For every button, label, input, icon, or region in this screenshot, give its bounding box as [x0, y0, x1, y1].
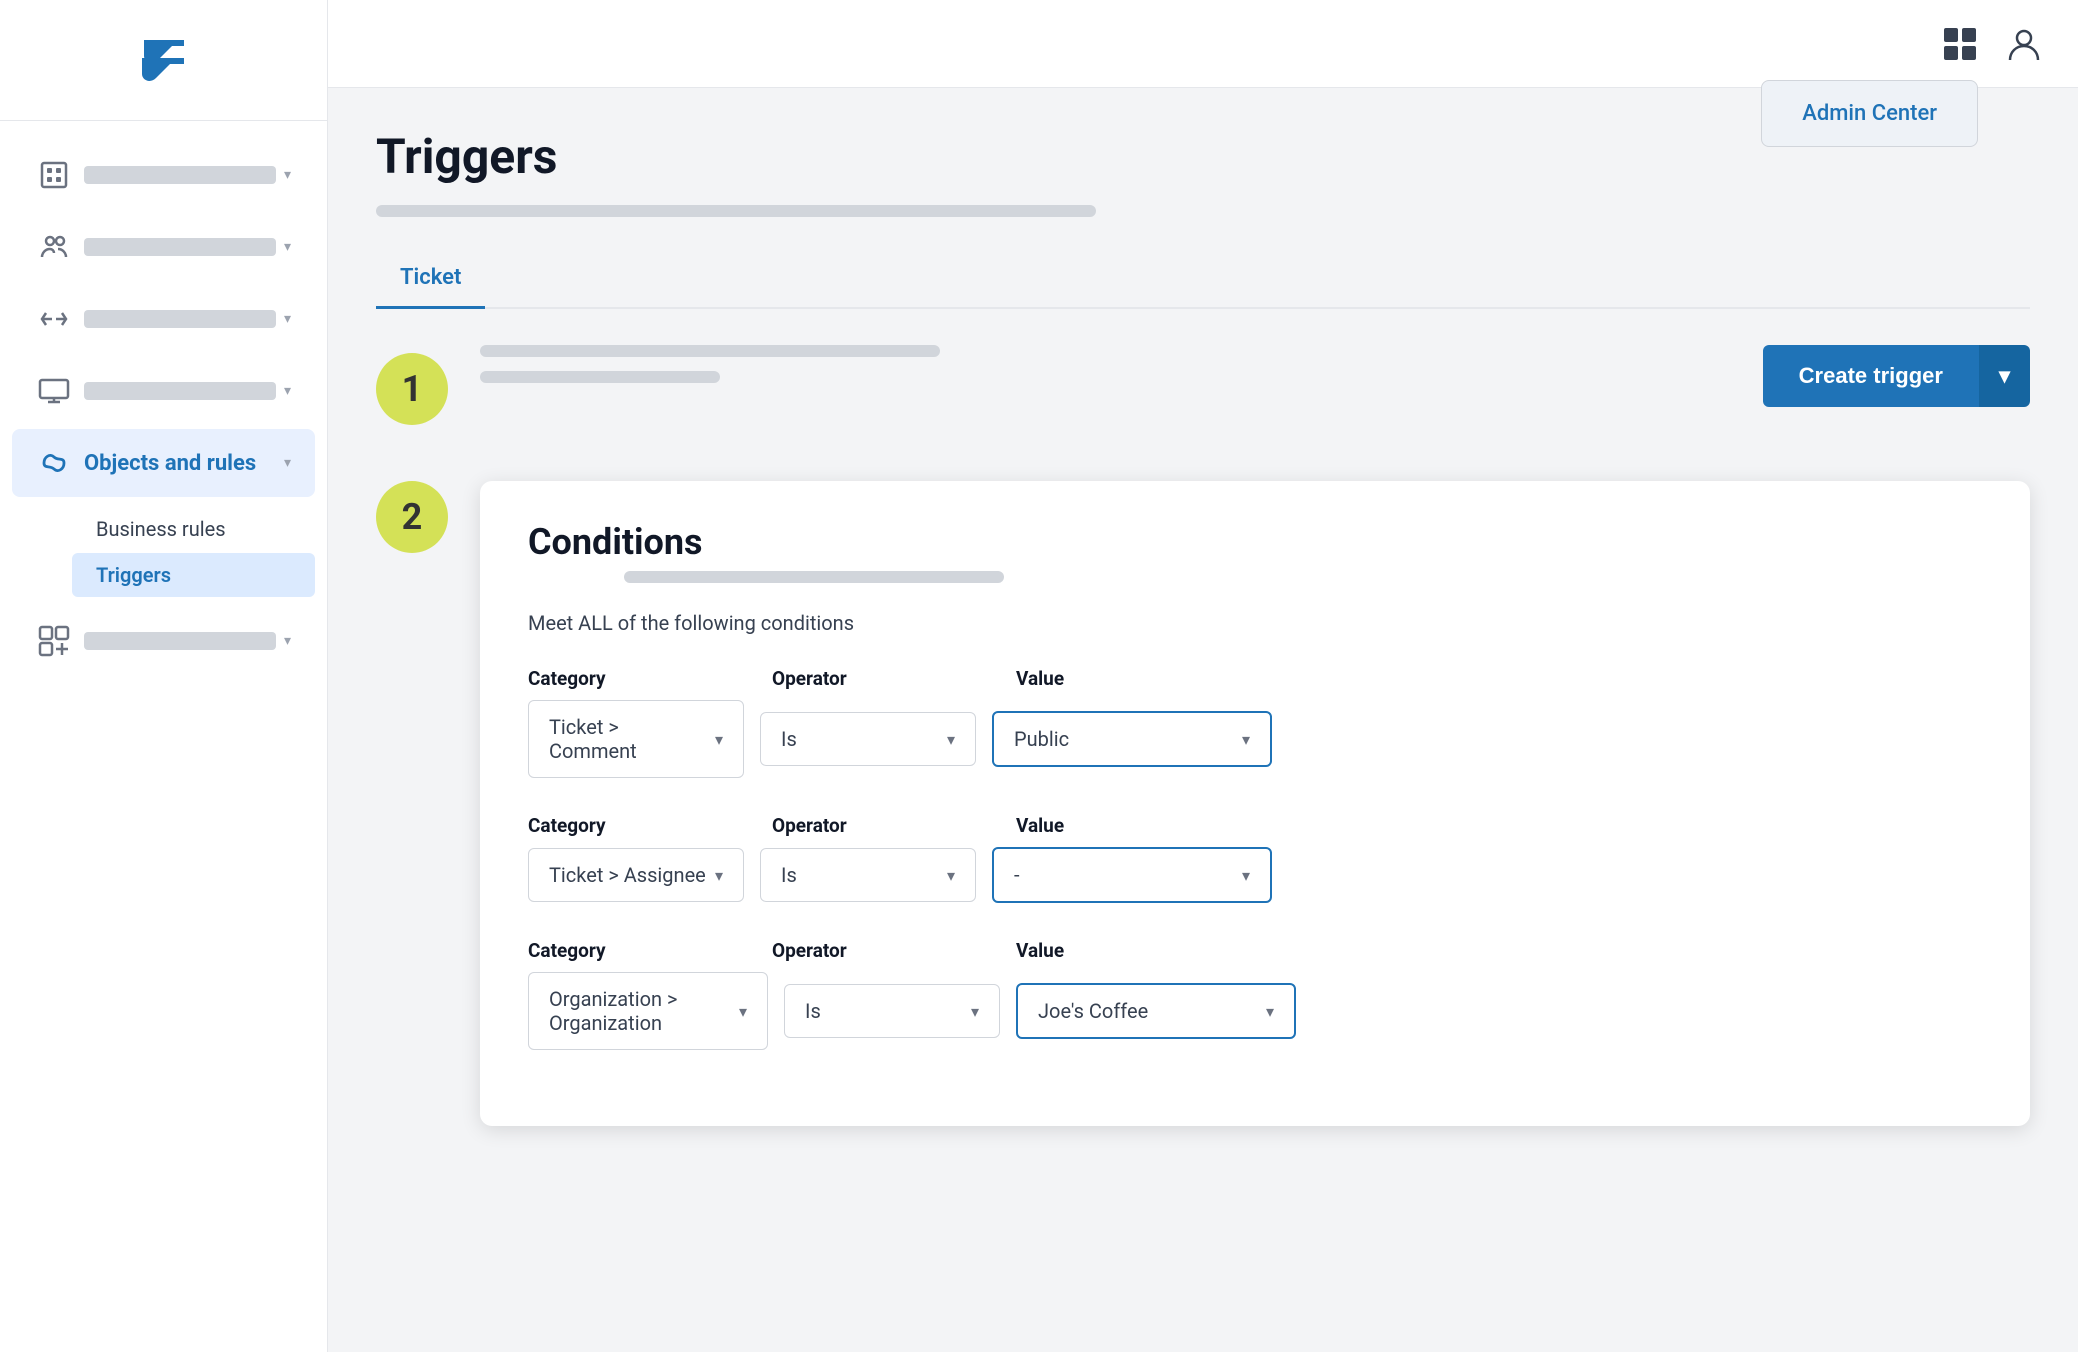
- tab-ticket[interactable]: Ticket: [376, 249, 485, 309]
- operator-chevron-icon-2: ▾: [947, 866, 955, 885]
- sub-navigation: Business rules Triggers: [0, 501, 327, 603]
- tab-bar: Ticket: [376, 249, 2030, 309]
- nav-label-bar-channels: [84, 310, 276, 328]
- condition-value-select-2[interactable]: - ▾: [992, 847, 1272, 903]
- display-icon: [36, 373, 72, 409]
- chevron-icon-apps: ▾: [284, 633, 291, 649]
- value-chevron-icon-3: ▾: [1266, 1002, 1274, 1021]
- operator-chevron-icon-3: ▾: [971, 1002, 979, 1021]
- condition-value-select-1[interactable]: Public ▾: [992, 711, 1272, 767]
- channels-icon: [36, 301, 72, 337]
- sidebar-item-channels[interactable]: ▾: [12, 285, 315, 353]
- condition-category-select-1[interactable]: Ticket > Comment ▾: [528, 700, 744, 778]
- trigger-decoration-bar-2: [480, 371, 720, 383]
- sub-nav-item-triggers[interactable]: Triggers: [72, 553, 315, 597]
- condition-category-label-3: Category: [528, 939, 744, 962]
- chevron-icon-objects-rules: ▾: [284, 455, 291, 471]
- condition-row-2: Category Operator Value Ticket > Assigne…: [528, 814, 1982, 903]
- value-chevron-icon-2: ▾: [1242, 866, 1250, 885]
- conditions-card: Conditions Meet ALL of the following con…: [480, 481, 2030, 1126]
- objects-rules-icon: [36, 445, 72, 481]
- trigger-decoration-bar-1: [480, 345, 940, 357]
- sidebar-item-display[interactable]: ▾: [12, 357, 315, 425]
- profile-button[interactable]: [2002, 22, 2046, 66]
- condition-operator-label-3: Operator: [772, 939, 988, 962]
- condition-value-label-2: Value: [1016, 814, 1296, 837]
- dropdown-chevron-icon: ▾: [1999, 363, 2010, 388]
- chevron-icon-display: ▾: [284, 383, 291, 399]
- admin-center-dropdown: Admin Center: [1761, 80, 1978, 147]
- operator-chevron-icon-1: ▾: [947, 730, 955, 749]
- create-trigger-dropdown-button[interactable]: ▾: [1979, 345, 2030, 407]
- condition-category-select-2[interactable]: Ticket > Assignee ▾: [528, 848, 744, 902]
- condition-fields-3: Organization > Organization ▾ Is ▾ Joe's…: [528, 972, 1982, 1050]
- condition-fields-1: Ticket > Comment ▾ Is ▾ Public ▾: [528, 700, 1982, 778]
- conditions-title: Conditions: [528, 521, 703, 563]
- category-chevron-icon-1: ▾: [715, 730, 723, 749]
- sidebar-navigation: ▾ ▾: [0, 121, 327, 1352]
- logo-area: [0, 0, 327, 121]
- sidebar-item-objects-rules[interactable]: Objects and rules ▾: [12, 429, 315, 497]
- condition-value-select-3[interactable]: Joe's Coffee ▾: [1016, 983, 1296, 1039]
- condition-operator-label-1: Operator: [772, 667, 988, 690]
- nav-label-bar-people: [84, 238, 276, 256]
- sidebar-item-apps[interactable]: ▾: [12, 607, 315, 675]
- condition-labels-2: Category Operator Value: [528, 814, 1982, 837]
- sidebar-item-people[interactable]: ▾: [12, 213, 315, 281]
- step-2-badge: 2: [376, 481, 448, 553]
- nav-label-bar-display: [84, 382, 276, 400]
- condition-operator-select-3[interactable]: Is ▾: [784, 984, 1000, 1038]
- apps-icon: [36, 623, 72, 659]
- condition-operator-select-1[interactable]: Is ▾: [760, 712, 976, 766]
- zendesk-logo: [124, 32, 204, 92]
- conditions-subtitle-bar: [624, 571, 1004, 583]
- create-trigger-button[interactable]: Create trigger: [1763, 345, 1979, 407]
- sidebar: ▾ ▾: [0, 0, 328, 1352]
- trigger-action-buttons: Create trigger ▾: [1763, 345, 2030, 407]
- sidebar-item-workspace[interactable]: ▾: [12, 141, 315, 209]
- conditions-description: Meet ALL of the following conditions: [528, 611, 1982, 635]
- page-content: Triggers Ticket 1 Create trigger ▾ 2: [328, 88, 2078, 1352]
- title-decoration-bar: [376, 205, 1096, 217]
- category-chevron-icon-2: ▾: [715, 866, 723, 885]
- condition-operator-label-2: Operator: [772, 814, 988, 837]
- condition-labels-1: Category Operator Value: [528, 667, 1982, 690]
- condition-operator-select-2[interactable]: Is ▾: [760, 848, 976, 902]
- condition-value-label-3: Value: [1016, 939, 1296, 962]
- admin-center-link[interactable]: Admin Center: [1802, 101, 1937, 126]
- condition-fields-2: Ticket > Assignee ▾ Is ▾ - ▾: [528, 847, 1982, 903]
- condition-category-label-1: Category: [528, 667, 744, 690]
- condition-row-1: Category Operator Value Ticket > Comment…: [528, 667, 1982, 778]
- chevron-icon-people: ▾: [284, 239, 291, 255]
- chevron-icon-workspace: ▾: [284, 167, 291, 183]
- nav-label-bar-workspace: [84, 166, 276, 184]
- category-chevron-icon-3: ▾: [739, 1002, 747, 1021]
- value-chevron-icon-1: ▾: [1242, 730, 1250, 749]
- condition-value-label-1: Value: [1016, 667, 1296, 690]
- main-content: Admin Center Triggers Ticket 1 Create tr…: [328, 0, 2078, 1352]
- topbar: [328, 0, 2078, 88]
- sub-nav-item-business-rules[interactable]: Business rules: [72, 507, 315, 551]
- sidebar-item-objects-rules-label: Objects and rules: [84, 451, 276, 476]
- conditions-header: Conditions: [528, 521, 1982, 563]
- building-icon: [36, 157, 72, 193]
- step-1-badge: 1: [376, 353, 448, 425]
- condition-category-select-3[interactable]: Organization > Organization ▾: [528, 972, 768, 1050]
- condition-labels-3: Category Operator Value: [528, 939, 1982, 962]
- apps-grid-button[interactable]: [1938, 22, 1982, 66]
- condition-category-label-2: Category: [528, 814, 744, 837]
- nav-label-bar-apps: [84, 632, 276, 650]
- condition-row-3: Category Operator Value Organization > O…: [528, 939, 1982, 1050]
- chevron-icon-channels: ▾: [284, 311, 291, 327]
- people-icon: [36, 229, 72, 265]
